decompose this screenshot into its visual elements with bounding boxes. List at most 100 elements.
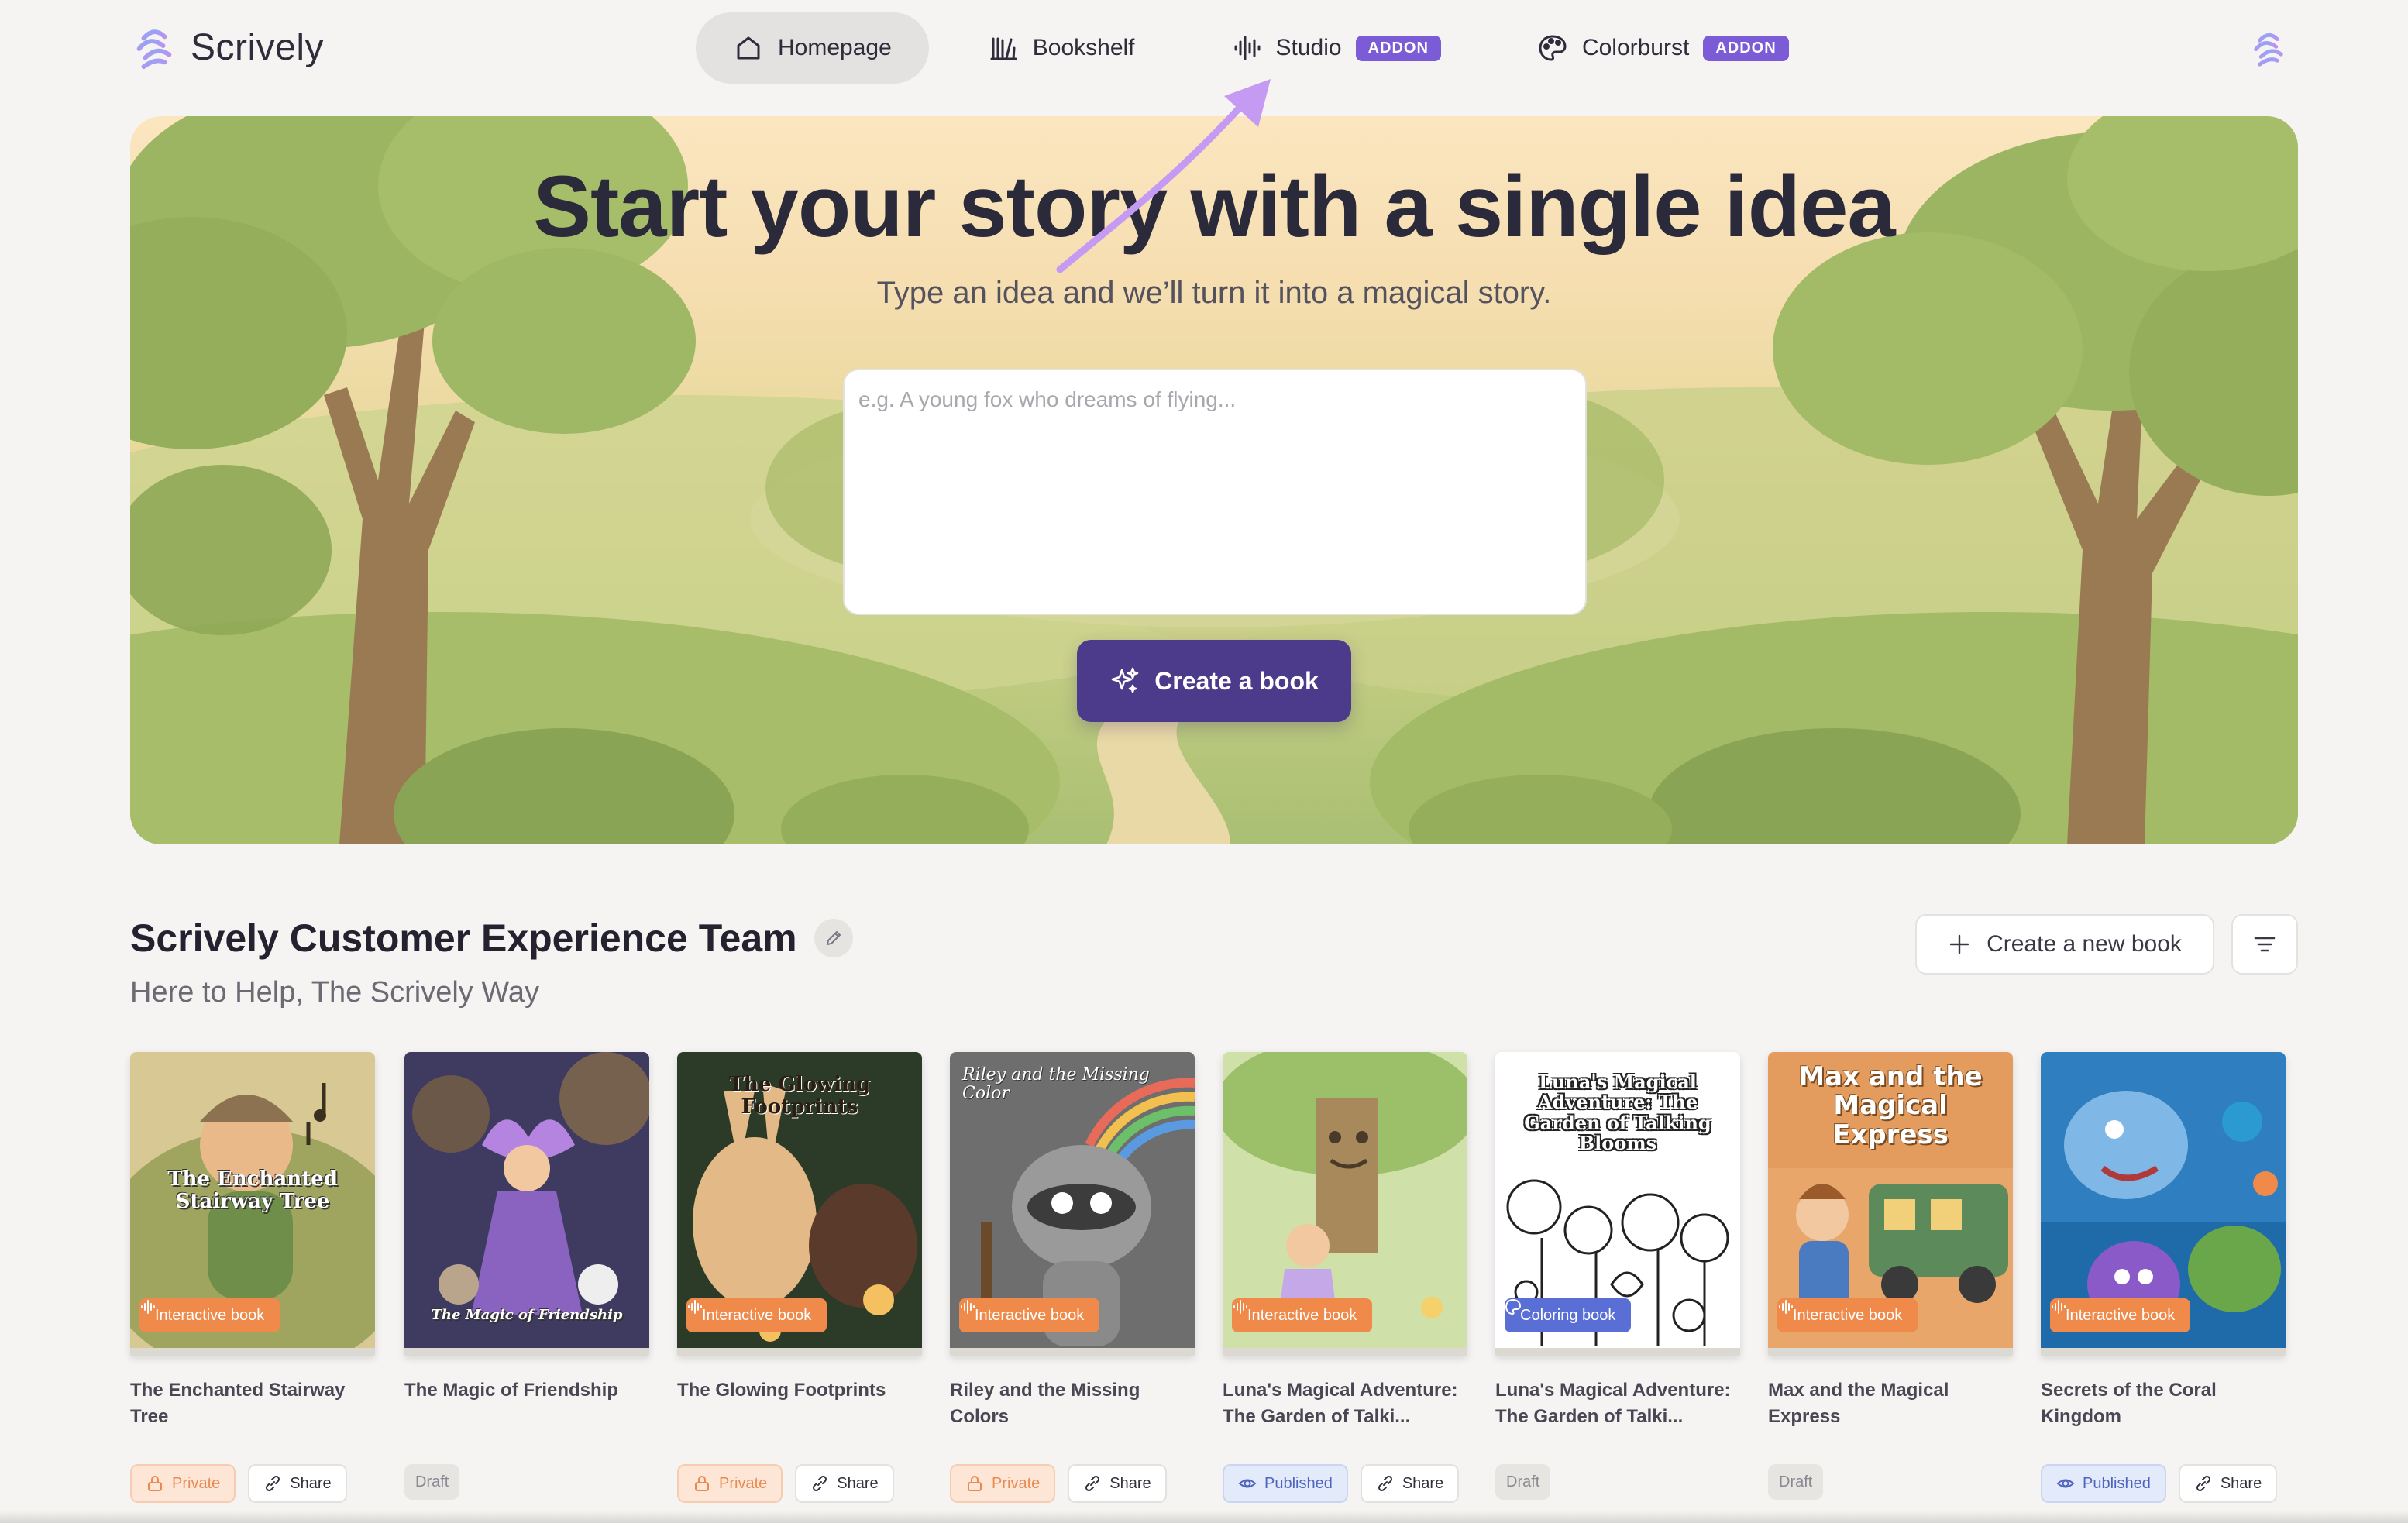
filter-icon (2254, 937, 2276, 952)
book-title[interactable]: Max and the Magical Express (1768, 1377, 2013, 1455)
interactive-book-badge: Interactive book (139, 1298, 280, 1332)
nav-homepage[interactable]: Homepage (696, 12, 929, 84)
nav-homepage-label: Homepage (778, 35, 892, 60)
book-type-label: Coloring book (1520, 1306, 1616, 1324)
share-button[interactable]: Share (1360, 1464, 1460, 1503)
pencil-icon (826, 930, 841, 946)
private-toggle[interactable]: Private (677, 1464, 783, 1503)
interactive-book-badge: Interactive book (1232, 1298, 1373, 1332)
share-button[interactable]: Share (2178, 1464, 2278, 1503)
audio-wave-icon (2052, 1300, 2066, 1314)
lock-icon (148, 1476, 162, 1491)
book-card[interactable]: The Glowing Footprints Interactive book … (677, 1052, 922, 1503)
share-label: Share (837, 1474, 879, 1492)
nav-colorburst-label: Colorburst (1581, 35, 1690, 60)
book-card[interactable]: The Enchanted Stairway Tree Interactive … (130, 1052, 375, 1503)
share-label: Share (290, 1474, 332, 1492)
plus-icon (1949, 934, 1969, 954)
book-title[interactable]: Luna's Magical Adventure: The Garden of … (1495, 1377, 1740, 1455)
share-label: Share (2220, 1474, 2262, 1492)
book-card[interactable]: Interactive book Luna's Magical Adventur… (1223, 1052, 1467, 1503)
status-label: Private (719, 1474, 768, 1492)
status-label: Published (1264, 1474, 1333, 1492)
cover-title: Max and the Magical Express (1798, 1061, 1983, 1150)
book-title[interactable]: The Glowing Footprints (677, 1377, 922, 1455)
book-cover[interactable]: Max and the Magical Express Interactive … (1768, 1052, 2013, 1356)
interactive-book-badge: Interactive book (2050, 1298, 2191, 1332)
draft-badge: Draft (404, 1464, 460, 1500)
palette-icon (1539, 35, 1567, 61)
cover-title: The Glowing Footprints (728, 1073, 871, 1119)
book-type-label: Interactive book (1793, 1306, 1903, 1324)
book-cover[interactable]: Riley and the Missing Color Interactive … (950, 1052, 1195, 1356)
status-label: Published (2083, 1474, 2151, 1492)
book-card[interactable]: Max and the Magical Express Interactive … (1768, 1052, 2013, 1500)
logo[interactable]: Scrively (130, 23, 324, 71)
book-cover[interactable]: Interactive book (1223, 1052, 1467, 1356)
cover-title: Riley and the Missing Color (962, 1065, 1150, 1104)
book-type-label: Interactive book (155, 1306, 265, 1324)
book-title[interactable]: Secrets of the Coral Kingdom (2041, 1377, 2286, 1455)
eye-icon (1238, 1479, 1257, 1488)
home-icon (737, 36, 760, 60)
book-actions: Published Share (1223, 1464, 1467, 1503)
book-title[interactable]: The Magic of Friendship (404, 1377, 649, 1455)
link-icon (266, 1475, 280, 1492)
audio-wave-icon (1234, 36, 1261, 60)
filter-button[interactable] (2231, 914, 2298, 975)
book-title[interactable]: The Enchanted Stairway Tree (130, 1377, 375, 1455)
book-type-label: Interactive book (1247, 1306, 1357, 1324)
palette-icon (1505, 1298, 1522, 1315)
link-icon (813, 1475, 827, 1492)
audio-wave-icon (1779, 1300, 1793, 1314)
book-card[interactable]: Riley and the Missing Color Interactive … (950, 1052, 1195, 1503)
book-card[interactable]: Luna's Magical Adventure: The Garden of … (1495, 1052, 1740, 1500)
lock-icon (968, 1476, 982, 1491)
published-toggle[interactable]: Published (1223, 1464, 1348, 1503)
share-button[interactable]: Share (1068, 1464, 1167, 1503)
cover-title: Luna's Magical Adventure: The Garden of … (1524, 1071, 1711, 1155)
audio-wave-icon (141, 1300, 155, 1314)
status-label: Draft (1506, 1473, 1540, 1490)
private-toggle[interactable]: Private (130, 1464, 236, 1503)
share-button[interactable]: Share (248, 1464, 347, 1503)
book-type-label: Interactive book (975, 1306, 1085, 1324)
book-cover[interactable]: The Magic of Friendship (404, 1052, 649, 1356)
create-book-label: Create a book (1154, 666, 1319, 695)
published-toggle[interactable]: Published (2041, 1464, 2166, 1503)
book-actions: Private Share (130, 1464, 375, 1503)
book-actions: Draft (1495, 1464, 1740, 1500)
status-label: Draft (415, 1473, 449, 1490)
nav-bookshelf-label: Bookshelf (1032, 35, 1135, 60)
share-button[interactable]: Share (795, 1464, 894, 1503)
book-actions: Private Share (950, 1464, 1195, 1503)
book-title[interactable]: Luna's Magical Adventure: The Garden of … (1223, 1377, 1467, 1455)
story-idea-input[interactable] (843, 369, 1587, 615)
audio-wave-icon (961, 1300, 975, 1314)
private-toggle[interactable]: Private (950, 1464, 1056, 1503)
book-cover[interactable]: Luna's Magical Adventure: The Garden of … (1495, 1052, 1740, 1356)
account-menu-icon[interactable] (2248, 28, 2289, 68)
book-type-label: Interactive book (702, 1306, 812, 1324)
book-actions: Draft (404, 1464, 649, 1500)
interactive-book-badge: Interactive book (686, 1298, 827, 1332)
team-subtitle: Here to Help, The Scrively Way (130, 976, 539, 1009)
edit-team-button[interactable] (814, 919, 853, 957)
book-card[interactable]: Interactive book Secrets of the Coral Ki… (2041, 1052, 2286, 1503)
book-cover[interactable]: The Enchanted Stairway Tree Interactive … (130, 1052, 375, 1356)
draft-badge: Draft (1495, 1464, 1551, 1500)
draft-badge: Draft (1768, 1464, 1824, 1500)
addon-badge: ADDON (1355, 35, 1441, 61)
book-cover[interactable]: Interactive book (2041, 1052, 2286, 1356)
book-card[interactable]: The Magic of Friendship The Magic of Fri… (404, 1052, 649, 1500)
book-type-label: Interactive book (2066, 1306, 2176, 1324)
book-title[interactable]: Riley and the Missing Colors (950, 1377, 1195, 1455)
book-cover[interactable]: The Glowing Footprints Interactive book (677, 1052, 922, 1356)
book-actions: Draft (1768, 1464, 2013, 1500)
status-label: Private (992, 1474, 1041, 1492)
create-new-book-button[interactable]: Create a new book (1915, 914, 2214, 975)
nav-colorburst[interactable]: Colorburst ADDON (1500, 12, 1826, 84)
team-header: Scrively Customer Experience Team (130, 916, 853, 961)
create-book-button[interactable]: Create a book (1077, 640, 1351, 722)
share-label: Share (1402, 1474, 1444, 1492)
